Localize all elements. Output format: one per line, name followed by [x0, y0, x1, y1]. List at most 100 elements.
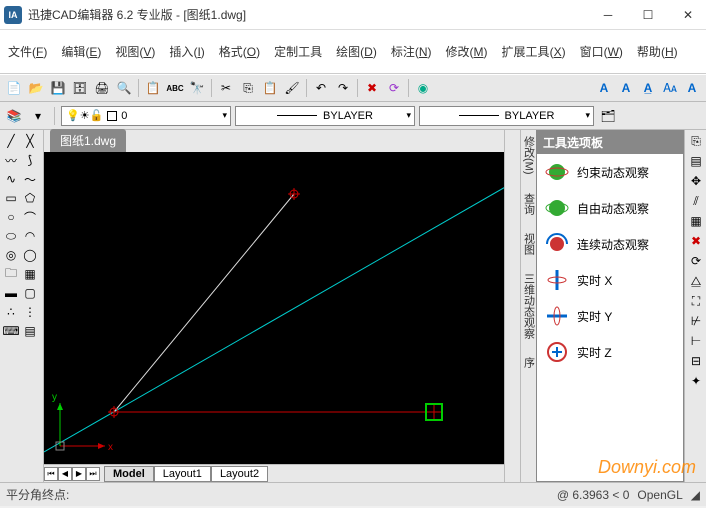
sidetab-order[interactable]: 序	[521, 357, 537, 368]
tab-layout1[interactable]: Layout1	[154, 466, 211, 482]
lineweight-combo[interactable]: BYLAYER	[419, 106, 594, 126]
rotate-icon[interactable]: ⟳	[687, 252, 705, 270]
line-icon[interactable]: ╱	[2, 132, 20, 150]
mirror-icon[interactable]: ⧋	[687, 272, 705, 290]
maximize-button[interactable]: ☐	[634, 5, 662, 25]
scale-icon[interactable]: ⛶	[687, 292, 705, 310]
menu-window[interactable]: 窗口(W)	[580, 43, 623, 60]
arc-icon[interactable]: ⟆	[21, 151, 39, 169]
menu-customtools[interactable]: 定制工具	[274, 43, 322, 60]
tab-model[interactable]: Model	[104, 466, 154, 482]
circle-icon[interactable]: ○	[2, 208, 20, 226]
menu-help[interactable]: 帮助(H)	[637, 43, 678, 60]
menu-file[interactable]: 文件(F)	[8, 43, 47, 60]
hatch-icon[interactable]: ▦	[21, 265, 39, 283]
sidetab-view[interactable]: 视图	[521, 233, 537, 255]
tab-layout2[interactable]: Layout2	[211, 466, 268, 482]
copy-obj-icon[interactable]: ⎘	[687, 132, 705, 150]
block-icon[interactable]: 🗀	[2, 265, 20, 283]
paste-icon[interactable]: 📋	[260, 78, 280, 98]
matchprop-icon[interactable]: 🖌	[282, 78, 302, 98]
delete-icon[interactable]: ✖	[687, 232, 705, 250]
box-icon[interactable]: ▢	[21, 284, 39, 302]
ellipse-icon[interactable]: ⬭	[2, 227, 20, 245]
doc-tab[interactable]: 图纸1.dwg	[50, 129, 126, 152]
spell-icon[interactable]: ABC	[165, 78, 185, 98]
refresh-icon[interactable]: ⟳	[384, 78, 404, 98]
undo-icon[interactable]: ↶	[311, 78, 331, 98]
divide-icon[interactable]: ⋮	[21, 303, 39, 321]
tab-nav-next[interactable]: ▶	[72, 467, 86, 481]
arc2-icon[interactable]: ⌒	[21, 208, 39, 226]
drawing-canvas[interactable]: x y	[44, 152, 504, 464]
layer-extra-icon[interactable]: 🗂	[598, 106, 618, 126]
save-icon[interactable]: 💾	[48, 78, 68, 98]
break-icon[interactable]: ⊟	[687, 352, 705, 370]
ring-icon[interactable]: ◯	[21, 246, 39, 264]
text-a1-icon[interactable]: A	[594, 78, 614, 98]
text-a5-icon[interactable]: A	[682, 78, 702, 98]
point-icon[interactable]: ∴	[2, 303, 20, 321]
palette-item-realtime-z[interactable]: 实时 Z	[537, 334, 683, 370]
text-a4-icon[interactable]: 🗛	[660, 78, 680, 98]
polyline-icon[interactable]: 〰	[2, 151, 20, 169]
sidetab-orbit[interactable]: 三维动态观察	[521, 273, 537, 339]
rect-icon[interactable]: ▭	[2, 189, 20, 207]
palette-item-realtime-y[interactable]: 实时 Y	[537, 298, 683, 334]
close-button[interactable]: ✕	[674, 5, 702, 25]
menu-modify[interactable]: 修改(M)	[446, 43, 488, 60]
palette-item-free-orbit[interactable]: 自由动态观察	[537, 190, 683, 226]
sidetab-modify[interactable]: 修改(M)	[521, 136, 537, 175]
tab-nav-last[interactable]: ⏭	[86, 467, 100, 481]
erase-icon[interactable]: ✖	[362, 78, 382, 98]
tab-nav-prev[interactable]: ◀	[58, 467, 72, 481]
menu-draw[interactable]: 绘图(D)	[336, 43, 377, 60]
preview-icon[interactable]: 🔍	[114, 78, 134, 98]
xline-icon[interactable]: ╳	[21, 132, 39, 150]
region-icon[interactable]: ▬	[2, 284, 20, 302]
text-a3-icon[interactable]: A̲	[638, 78, 658, 98]
canvas-scrollbar[interactable]	[504, 130, 520, 482]
audit-icon[interactable]: 📋	[143, 78, 163, 98]
orbit-icon[interactable]: ◉	[413, 78, 433, 98]
menu-annotate[interactable]: 标注(N)	[391, 43, 432, 60]
menu-edit[interactable]: 编辑(E)	[61, 43, 101, 60]
menu-ext[interactable]: 扩展工具(X)	[502, 43, 566, 60]
copy-icon[interactable]: ⎘	[238, 78, 258, 98]
palette-item-continuous-orbit[interactable]: 连续动态观察	[537, 226, 683, 262]
find-icon[interactable]: 🔭	[187, 78, 207, 98]
extend-icon[interactable]: ⊢	[687, 332, 705, 350]
print-icon[interactable]: 🖨	[92, 78, 112, 98]
cut-icon[interactable]: ✂	[216, 78, 236, 98]
offset-icon[interactable]: ⫽	[687, 192, 705, 210]
menu-insert[interactable]: 插入(I)	[169, 43, 204, 60]
trim-icon[interactable]: ⊬	[687, 312, 705, 330]
wave-icon[interactable]: 〜	[21, 170, 39, 188]
palette-item-constrained-orbit[interactable]: 约束动态观察	[537, 154, 683, 190]
palette-item-realtime-x[interactable]: 实时 X	[537, 262, 683, 298]
spline-icon[interactable]: ∿	[2, 170, 20, 188]
saveall-icon[interactable]: 🗄	[70, 78, 90, 98]
new-icon[interactable]: 📄	[4, 78, 24, 98]
linetype-combo[interactable]: BYLAYER	[235, 106, 415, 126]
polygon-icon[interactable]: ⬠	[21, 189, 39, 207]
layer-mgr-icon[interactable]: ▤	[687, 152, 705, 170]
text-icon[interactable]: ⌨	[2, 322, 20, 340]
tab-nav-first[interactable]: ⏮	[44, 467, 58, 481]
array-icon[interactable]: ▦	[687, 212, 705, 230]
minimize-button[interactable]: ─	[594, 5, 622, 25]
layer-combo[interactable]: 💡 ☀ 🔓 0	[61, 106, 231, 126]
layer-icon[interactable]: 📚	[4, 106, 24, 126]
sidetab-inquiry[interactable]: 查询	[521, 193, 537, 215]
table-icon[interactable]: ▤	[21, 322, 39, 340]
donut-icon[interactable]: ◎	[2, 246, 20, 264]
menu-format[interactable]: 格式(O)	[219, 43, 260, 60]
move-icon[interactable]: ✥	[687, 172, 705, 190]
redo-icon[interactable]: ↷	[333, 78, 353, 98]
ellipsearc-icon[interactable]: ◠	[21, 227, 39, 245]
resize-grip-icon[interactable]: ◢	[691, 488, 700, 502]
layerstate-icon[interactable]: ▾	[28, 106, 48, 126]
text-a2-icon[interactable]: A	[616, 78, 636, 98]
menu-view[interactable]: 视图(V)	[115, 43, 155, 60]
open-icon[interactable]: 📂	[26, 78, 46, 98]
